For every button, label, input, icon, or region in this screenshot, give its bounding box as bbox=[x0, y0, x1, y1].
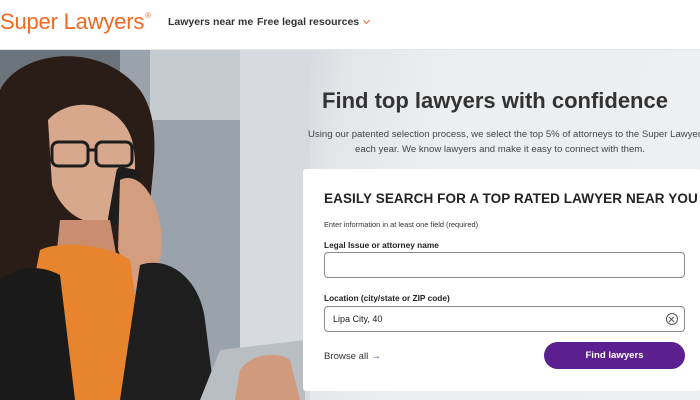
hero-section: Find top lawyers with confidence Using o… bbox=[0, 50, 700, 400]
logo-trademark: ® bbox=[145, 11, 151, 20]
close-circle-icon[interactable] bbox=[666, 313, 678, 325]
location-label: Location (city/state or ZIP code) bbox=[324, 293, 450, 303]
site-header: Super Lawyers® Lawyers near me Free lega… bbox=[0, 0, 700, 50]
arrow-right-icon: → bbox=[371, 351, 381, 362]
hero-subtext-line2: each year. We know lawyers and make it e… bbox=[355, 144, 645, 155]
browse-all-label: Browse all bbox=[324, 351, 369, 362]
required-hint: Enter information in at least one field … bbox=[324, 220, 479, 229]
legal-issue-input[interactable] bbox=[324, 252, 685, 278]
lawyer-search-card: EASILY SEARCH FOR A TOP RATED LAWYER NEA… bbox=[303, 169, 700, 391]
hero-subtext-line1: Using our patented selection process, we… bbox=[308, 129, 700, 140]
nav-free-legal-resources-label: Free legal resources bbox=[257, 16, 360, 28]
location-input[interactable] bbox=[324, 306, 685, 332]
legal-issue-label: Legal Issue or attorney name bbox=[324, 240, 439, 250]
nav-lawyers-near-me[interactable]: Lawyers near me bbox=[168, 16, 253, 28]
nav-free-legal-resources[interactable]: Free legal resources bbox=[257, 16, 371, 28]
chevron-down-icon bbox=[363, 16, 371, 25]
find-lawyers-button[interactable]: Find lawyers bbox=[544, 342, 685, 369]
hero-headline: Find top lawyers with confidence bbox=[322, 88, 668, 113]
logo-text: Super Lawyers bbox=[0, 9, 145, 34]
search-card-title: EASILY SEARCH FOR A TOP RATED LAWYER NEA… bbox=[324, 191, 698, 206]
super-lawyers-logo[interactable]: Super Lawyers® bbox=[0, 9, 151, 35]
browse-all-link[interactable]: Browse all → bbox=[324, 351, 381, 362]
hero-subtext: Using our patented selection process, we… bbox=[300, 127, 700, 157]
